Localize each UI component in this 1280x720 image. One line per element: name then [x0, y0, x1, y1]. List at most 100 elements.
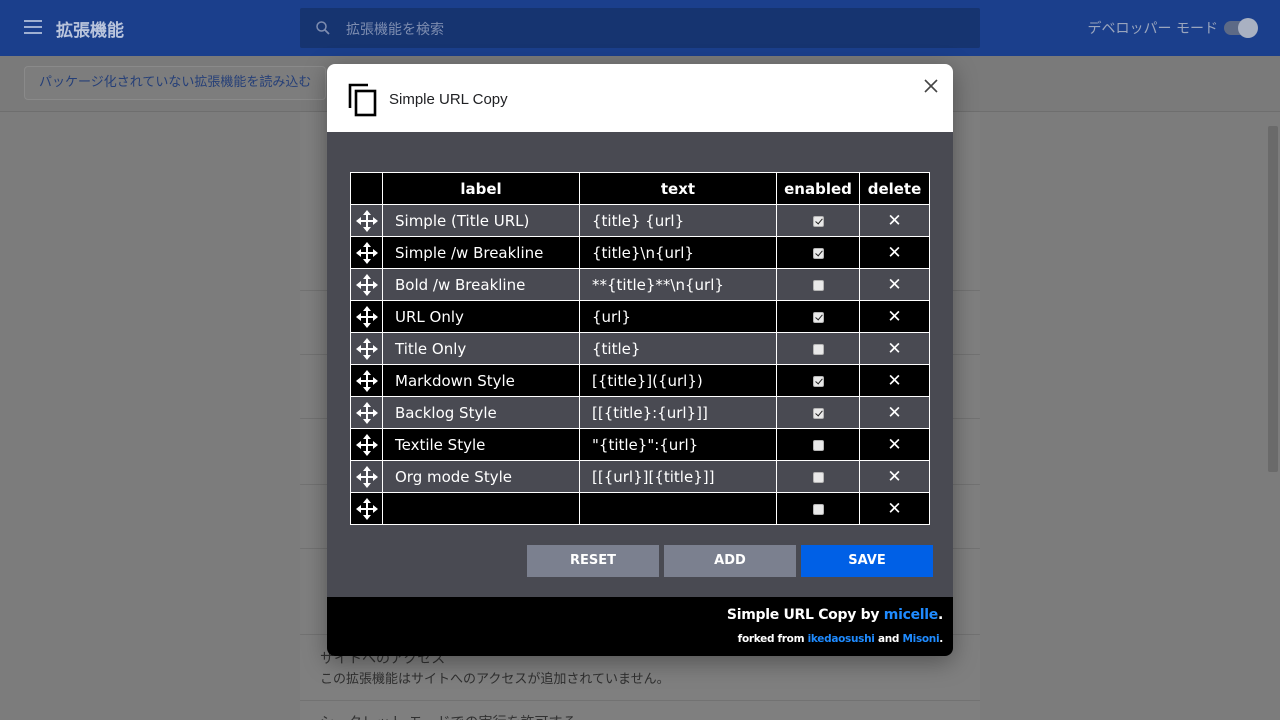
drag-handle-icon[interactable]	[350, 236, 383, 269]
fork-author-link-1[interactable]: ikedaosushi	[808, 633, 875, 645]
dev-mode-label: デベロッパー モード	[1087, 21, 1218, 37]
table-header-row: label text enabled delete	[350, 172, 930, 205]
close-icon[interactable]	[923, 78, 939, 94]
row-enabled-cell	[776, 428, 860, 461]
delete-icon[interactable]: ✕	[887, 275, 901, 295]
enabled-checkbox[interactable]	[812, 375, 824, 387]
drag-handle-icon[interactable]	[350, 396, 383, 429]
drag-handle-icon[interactable]	[350, 460, 383, 493]
delete-icon[interactable]: ✕	[887, 371, 901, 391]
row-label[interactable]: URL Only	[382, 300, 580, 333]
row-enabled-cell	[776, 492, 860, 525]
row-enabled-cell	[776, 396, 860, 429]
dialog-footer: Simple URL Copy by micelle. forked from …	[327, 597, 953, 656]
reset-button[interactable]: RESET	[527, 545, 659, 577]
dev-mode-toggle[interactable]	[1224, 18, 1258, 38]
enabled-checkbox[interactable]	[812, 279, 824, 291]
drag-handle-icon[interactable]	[350, 332, 383, 365]
table-row: Markdown Style [{title}]({url}) ✕	[350, 364, 930, 397]
delete-icon[interactable]: ✕	[887, 499, 901, 519]
drag-handle-icon[interactable]	[350, 300, 383, 333]
row-text[interactable]: [{title}]({url})	[579, 364, 777, 397]
row-text[interactable]: {title}	[579, 332, 777, 365]
table-row: Simple /w Breakline {title}\n{url} ✕	[350, 236, 930, 269]
row-label[interactable]: Org mode Style	[382, 460, 580, 493]
delete-icon[interactable]: ✕	[887, 467, 901, 487]
fork-author-link-2[interactable]: Misoni	[903, 633, 940, 645]
row-text[interactable]: [[{title}:{url}]]	[579, 396, 777, 429]
enabled-checkbox[interactable]	[812, 311, 824, 323]
row-text[interactable]: {title} {url}	[579, 204, 777, 237]
drag-handle-icon[interactable]	[350, 364, 383, 397]
drag-handle-icon[interactable]	[350, 268, 383, 301]
drag-handle-icon[interactable]	[350, 204, 383, 237]
enabled-checkbox[interactable]	[812, 407, 824, 419]
row-enabled-cell	[776, 364, 860, 397]
row-label[interactable]: Markdown Style	[382, 364, 580, 397]
row-label[interactable]: Simple /w Breakline	[382, 236, 580, 269]
row-label[interactable]	[382, 492, 580, 525]
load-unpacked-button[interactable]: パッケージ化されていない拡張機能を読み込む	[24, 66, 327, 100]
menu-icon[interactable]	[24, 20, 42, 34]
row-label[interactable]: Simple (Title URL)	[382, 204, 580, 237]
row-delete-cell: ✕	[859, 236, 930, 269]
search-placeholder: 拡張機能を検索	[346, 22, 444, 38]
row-enabled-cell	[776, 332, 860, 365]
delete-icon[interactable]: ✕	[887, 403, 901, 423]
enabled-checkbox[interactable]	[812, 247, 824, 259]
delete-icon[interactable]: ✕	[887, 435, 901, 455]
options-dialog: Simple URL Copy label text enabled delet…	[327, 64, 953, 656]
row-label[interactable]: Title Only	[382, 332, 580, 365]
add-button[interactable]: ADD	[664, 545, 796, 577]
enabled-checkbox[interactable]	[812, 503, 824, 515]
site-access-desc: この拡張機能はサイトへのアクセスが追加されていません。	[320, 672, 670, 687]
row-text[interactable]: [[{url}][{title}]]	[579, 460, 777, 493]
row-delete-cell: ✕	[859, 364, 930, 397]
delete-icon[interactable]: ✕	[887, 307, 901, 327]
search-input[interactable]: 拡張機能を検索	[300, 8, 980, 48]
and-text: and	[877, 633, 900, 645]
author-link[interactable]: micelle	[884, 607, 938, 623]
row-text[interactable]: "{title}":{url}	[579, 428, 777, 461]
row-label[interactable]: Backlog Style	[382, 396, 580, 429]
enabled-checkbox[interactable]	[812, 343, 824, 355]
save-button[interactable]: SAVE	[801, 545, 933, 577]
row-label[interactable]: Textile Style	[382, 428, 580, 461]
table-row: Simple (Title URL) {title} {url} ✕	[350, 204, 930, 237]
delete-icon[interactable]: ✕	[887, 211, 901, 231]
row-delete-cell: ✕	[859, 204, 930, 237]
drag-handle-icon[interactable]	[350, 428, 383, 461]
header-label: label	[382, 172, 580, 205]
table-row: URL Only {url} ✕	[350, 300, 930, 333]
row-text[interactable]: **{title}**\n{url}	[579, 268, 777, 301]
copy-icon	[348, 83, 377, 117]
row-delete-cell: ✕	[859, 396, 930, 429]
row-delete-cell: ✕	[859, 300, 930, 333]
table-row: Textile Style "{title}":{url} ✕	[350, 428, 930, 461]
drag-handle-icon[interactable]	[350, 492, 383, 525]
app-header: 拡張機能 拡張機能を検索 デベロッパー モード	[0, 0, 1280, 56]
format-table: label text enabled delete Simple (Title …	[350, 172, 930, 525]
row-text[interactable]: {url}	[579, 300, 777, 333]
dialog-title: Simple URL Copy	[389, 91, 508, 108]
row-text[interactable]: {title}\n{url}	[579, 236, 777, 269]
header-delete: delete	[859, 172, 930, 205]
enabled-checkbox[interactable]	[812, 439, 824, 451]
delete-icon[interactable]: ✕	[887, 339, 901, 359]
page-scrollbar[interactable]	[1268, 126, 1278, 472]
enabled-checkbox[interactable]	[812, 471, 824, 483]
row-enabled-cell	[776, 300, 860, 333]
row-text[interactable]	[579, 492, 777, 525]
enabled-checkbox[interactable]	[812, 215, 824, 227]
delete-icon[interactable]: ✕	[887, 243, 901, 263]
row-label[interactable]: Bold /w Breakline	[382, 268, 580, 301]
row-enabled-cell	[776, 460, 860, 493]
credit-line: Simple URL Copy by micelle.	[726, 607, 943, 623]
by-text: by	[860, 607, 880, 623]
page-title: 拡張機能	[56, 21, 124, 41]
header-enabled: enabled	[776, 172, 860, 205]
incognito-label: シークレット モードでの実行を許可する	[320, 712, 576, 720]
table-row: ✕	[350, 492, 930, 525]
table-row: Title Only {title} ✕	[350, 332, 930, 365]
forked-from-text: forked from	[737, 633, 805, 645]
